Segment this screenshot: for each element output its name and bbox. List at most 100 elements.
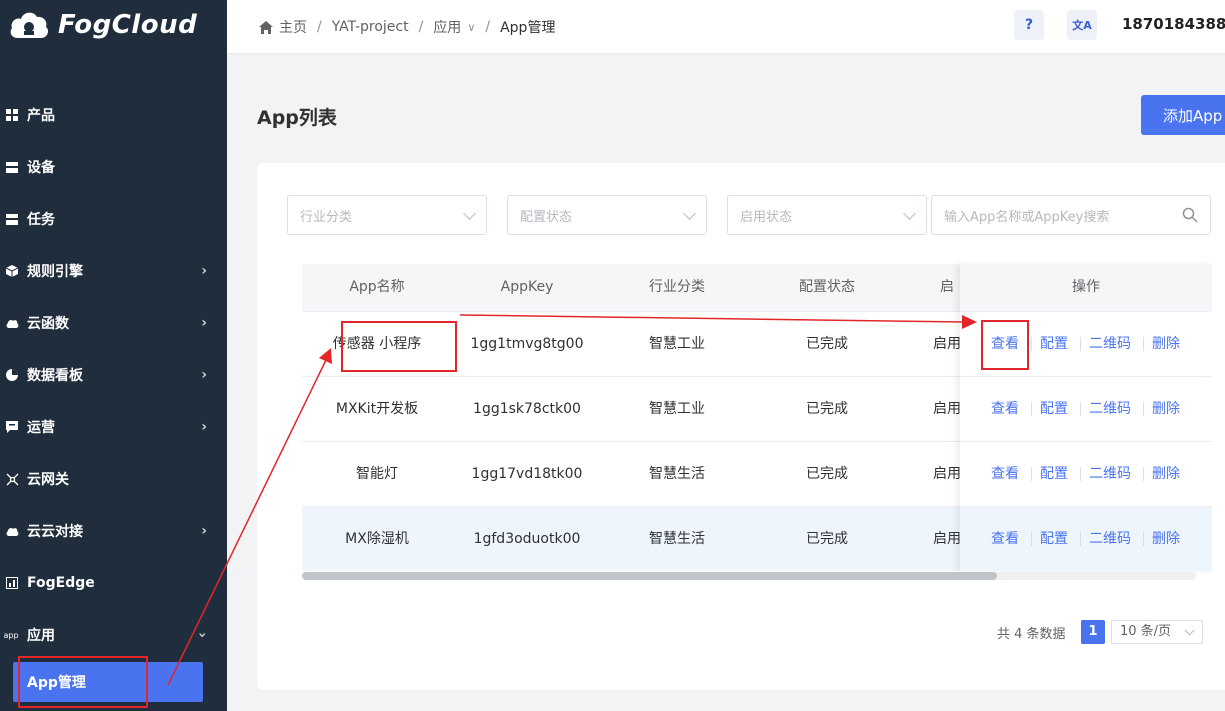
delete-button[interactable]: 删除 (1152, 377, 1180, 441)
pagination-page-1[interactable]: 1 (1081, 620, 1105, 644)
breadcrumb-separator: / (485, 19, 491, 35)
action-divider (1143, 532, 1144, 546)
breadcrumb-separator: / (418, 19, 424, 35)
help-icon: ? (1024, 17, 1034, 33)
column-header-name: App名称 (349, 279, 405, 295)
action-divider (1143, 337, 1144, 351)
config-button[interactable]: 配置 (1040, 442, 1068, 506)
sidebar-item-label: 云函数 (27, 316, 69, 332)
delete-button[interactable]: 删除 (1152, 312, 1180, 376)
home-icon (259, 20, 273, 34)
column-header-actions: 操作 (960, 264, 1212, 311)
sidebar-item-label: 任务 (27, 212, 55, 228)
table-cell-config: 已完成 (806, 336, 848, 352)
table-cell-name: 智能灯 (356, 466, 398, 482)
sidebar-item-label: 应用 (27, 628, 55, 644)
cloud-link-icon (5, 524, 19, 538)
table-cell-appkey: 1gfd3oduotk00 (473, 531, 581, 547)
view-button[interactable]: 查看 (991, 442, 1019, 506)
chevron-right-icon: › (201, 419, 207, 435)
sidebar-item-cloud-gateway[interactable]: 云网关 (0, 459, 227, 499)
language-button[interactable]: 文A (1067, 10, 1097, 40)
translate-icon: 文A (1072, 19, 1092, 32)
breadcrumb-apps[interactable]: 应用 (433, 17, 461, 37)
qrcode-button[interactable]: 二维码 (1089, 377, 1131, 441)
sidebar-item-label: 运营 (27, 420, 55, 436)
sidebar-item-label: 云网关 (27, 472, 69, 488)
action-divider (1143, 467, 1144, 481)
help-button[interactable]: ? (1014, 10, 1044, 40)
qrcode-button[interactable]: 二维码 (1089, 507, 1131, 571)
table-cell-name: MXKit开发板 (335, 401, 419, 417)
breadcrumb-project[interactable]: YAT-project (332, 19, 409, 35)
logo[interactable]: FogCloud (8, 8, 197, 42)
sidebar-item-cloud-link[interactable]: 云云对接 › (0, 511, 227, 551)
table-cell-industry: 智慧工业 (649, 401, 705, 417)
search-input[interactable]: 输入App名称或AppKey搜索 (931, 195, 1211, 235)
annotation-box-app-management (18, 656, 148, 708)
qrcode-button[interactable]: 二维码 (1089, 442, 1131, 506)
column-header-industry: 行业分类 (649, 279, 705, 295)
horizontal-scrollbar-thumb[interactable] (302, 572, 997, 580)
config-status-select[interactable]: 配置状态 (507, 195, 707, 235)
delete-button[interactable]: 删除 (1152, 442, 1180, 506)
cloud-icon (5, 316, 19, 330)
add-app-button[interactable]: 添加App (1141, 95, 1225, 135)
industry-select[interactable]: 行业分类 (287, 195, 487, 235)
message-icon (5, 420, 19, 434)
sidebar-item-label: 规则引擎 (27, 264, 83, 280)
task-icon (5, 212, 19, 226)
chevron-down-icon (463, 207, 476, 220)
enable-select-placeholder: 启用状态 (740, 209, 793, 225)
sidebar-item-cloud-functions[interactable]: 云函数 › (0, 303, 227, 343)
config-button[interactable]: 配置 (1040, 507, 1068, 571)
action-divider (1080, 532, 1081, 546)
action-divider (1031, 402, 1032, 416)
table-cell-config: 已完成 (806, 466, 848, 482)
qrcode-button[interactable]: 二维码 (1089, 312, 1131, 376)
action-divider (1080, 402, 1081, 416)
search-icon[interactable] (1182, 207, 1198, 223)
sidebar-item-products[interactable]: 产品 (0, 95, 227, 135)
table-cell-config: 已完成 (806, 531, 848, 547)
sidebar-item-operations[interactable]: 运营 › (0, 407, 227, 447)
annotation-box-view (981, 320, 1029, 370)
column-header-config: 配置状态 (799, 279, 855, 295)
pagination-total: 共 4 条数据 (997, 627, 1066, 642)
annotation-box-app-name (341, 321, 457, 372)
view-button[interactable]: 查看 (991, 507, 1019, 571)
app-icon: app (3, 630, 19, 640)
config-button[interactable]: 配置 (1040, 312, 1068, 376)
chevron-right-icon: › (201, 367, 207, 383)
page-size-select[interactable]: 10 条/页 (1111, 620, 1203, 644)
table-cell-industry: 智慧生活 (649, 466, 705, 482)
action-divider (1031, 532, 1032, 546)
sidebar-item-label: 云云对接 (27, 524, 83, 540)
table-cell-config: 已完成 (806, 401, 848, 417)
chevron-down-icon (903, 207, 916, 220)
enable-status-select[interactable]: 启用状态 (727, 195, 927, 235)
gateway-icon (5, 472, 19, 486)
sidebar-item-dashboard[interactable]: 数据看板 › (0, 355, 227, 395)
industry-select-placeholder: 行业分类 (300, 209, 353, 225)
config-button[interactable]: 配置 (1040, 377, 1068, 441)
config-select-placeholder: 配置状态 (520, 209, 573, 225)
sidebar-item-devices[interactable]: 设备 (0, 147, 227, 187)
table-cell-industry: 智慧工业 (649, 336, 705, 352)
sidebar-item-fogedge[interactable]: FogEdge (0, 563, 227, 603)
sidebar-item-rules[interactable]: 规则引擎 › (0, 251, 227, 291)
chevron-down-icon: ∨ (467, 20, 476, 34)
view-button[interactable]: 查看 (991, 377, 1019, 441)
user-account[interactable]: 18701843885 (1122, 15, 1225, 33)
sidebar-item-apps[interactable]: app 应用 › (0, 615, 227, 655)
breadcrumb-home[interactable]: 主页 (279, 17, 307, 37)
device-icon (5, 160, 19, 174)
delete-button[interactable]: 删除 (1152, 507, 1180, 571)
action-divider (1080, 467, 1081, 481)
sidebar: FogCloud 产品 设备 任务 规则引擎 › 云函数 › 数据看板 › 运营… (0, 0, 227, 711)
sidebar-item-label: 设备 (27, 160, 55, 176)
action-divider (1031, 467, 1032, 481)
sidebar-item-tasks[interactable]: 任务 (0, 199, 227, 239)
table-cell-name: MX除湿机 (345, 531, 409, 547)
chevron-right-icon: › (201, 263, 207, 279)
